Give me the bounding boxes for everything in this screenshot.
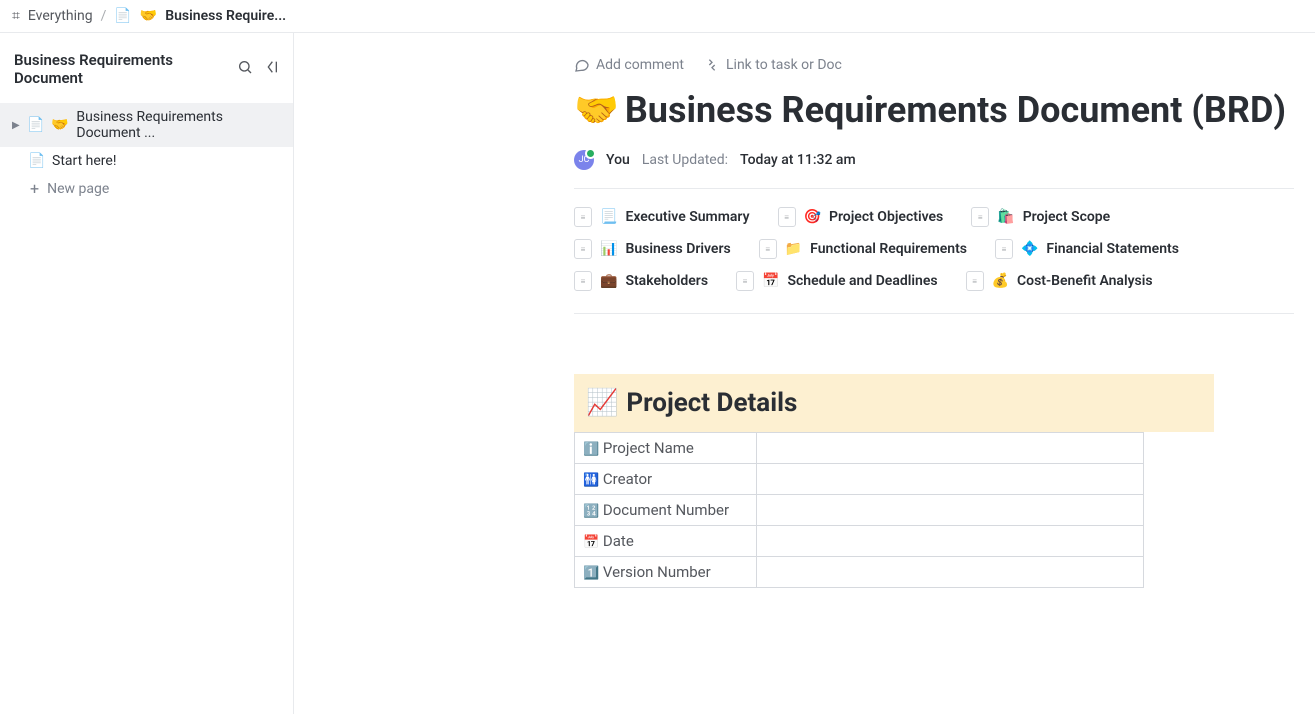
- doc-icon: 📄: [30, 154, 44, 168]
- row-value[interactable]: [757, 464, 1144, 495]
- title-emoji: 🤝: [574, 89, 619, 132]
- row-value[interactable]: [757, 433, 1144, 464]
- doc-icon: ≡: [966, 271, 984, 291]
- sidebar: Business Requirements Document ▶ 📄 🤝 Bus…: [0, 33, 294, 714]
- link-icon: [704, 57, 720, 73]
- table-row: ℹ️ Project Name: [575, 433, 1144, 464]
- doc-icon: ≡: [971, 207, 989, 227]
- subpage-label: Functional Requirements: [810, 241, 967, 257]
- row-icon: ℹ️: [583, 442, 599, 457]
- table-row: 📅 Date: [575, 526, 1144, 557]
- subpage-emoji: 📅: [762, 273, 779, 289]
- breadcrumb-emoji: 🤝: [140, 8, 157, 24]
- table-row: 🔢 Document Number: [575, 495, 1144, 526]
- subpage-link[interactable]: ≡ 🛍️ Project Scope: [971, 207, 1110, 227]
- search-icon[interactable]: [237, 59, 253, 79]
- row-label[interactable]: 🚻 Creator: [575, 464, 757, 495]
- collapse-icon[interactable]: [263, 59, 279, 79]
- row-label[interactable]: 📅 Date: [575, 526, 757, 557]
- breadcrumb: ⌗ Everything / 📄 🤝 Business Require...: [0, 0, 1315, 33]
- subpage-link[interactable]: ≡ 💠 Financial Statements: [995, 239, 1179, 259]
- subpage-emoji: 🛍️: [997, 209, 1014, 225]
- row-label[interactable]: 1️⃣ Version Number: [575, 557, 757, 588]
- subpage-emoji: 💠: [1021, 241, 1038, 257]
- subpage-label: Business Drivers: [625, 241, 730, 257]
- subpages-list: ≡📃Executive Summary≡🎯Project Objectives≡…: [574, 207, 1294, 314]
- sidebar-item-label: Business Requirements Document ...: [76, 109, 281, 141]
- updated-timestamp: Today at 11:32 am: [740, 152, 856, 168]
- author-label: You: [606, 152, 630, 168]
- subpage-label: Cost-Benefit Analysis: [1017, 273, 1153, 289]
- subpage-label: Executive Summary: [625, 209, 749, 225]
- row-icon: 🔢: [583, 504, 599, 519]
- subpage-label: Stakeholders: [625, 273, 708, 289]
- subpage-emoji: 💰: [992, 273, 1009, 289]
- doc-icon: 📄: [114, 8, 131, 24]
- breadcrumb-sep: /: [101, 8, 107, 24]
- row-icon: 1️⃣: [583, 566, 599, 581]
- subpage-link[interactable]: ≡ 📁 Functional Requirements: [759, 239, 967, 259]
- section-emoji: 📈: [586, 388, 618, 418]
- page-title[interactable]: 🤝 Business Requirements Document (BRD): [574, 89, 1294, 132]
- subpage-emoji: 💼: [600, 273, 617, 289]
- link-task-label: Link to task or Doc: [726, 57, 842, 73]
- subpage-link[interactable]: ≡ 📊 Business Drivers: [574, 239, 731, 259]
- avatar[interactable]: JC: [574, 150, 594, 170]
- subpage-link[interactable]: ≡ 🎯 Project Objectives: [778, 207, 944, 227]
- doc-icon: ≡: [574, 271, 592, 291]
- sidebar-item-brd[interactable]: ▶ 📄 🤝 Business Requirements Document ...: [0, 103, 293, 147]
- subpage-label: Financial Statements: [1046, 241, 1179, 257]
- subpage-emoji: 🎯: [804, 209, 821, 225]
- doc-icon: ≡: [574, 207, 592, 227]
- section-title: Project Details: [626, 388, 797, 418]
- row-label[interactable]: ℹ️ Project Name: [575, 433, 757, 464]
- add-comment-button[interactable]: Add comment: [574, 57, 684, 73]
- comment-icon: [574, 57, 590, 73]
- title-text: Business Requirements Document (BRD): [625, 89, 1286, 132]
- subpage-link[interactable]: ≡ 💼 Stakeholders: [574, 271, 708, 291]
- row-value[interactable]: [757, 495, 1144, 526]
- subpage-emoji: 📊: [600, 241, 617, 257]
- section-banner: 📈 Project Details: [574, 374, 1214, 432]
- breadcrumb-current[interactable]: Business Require...: [165, 8, 286, 24]
- sidebar-new-page[interactable]: + New page: [0, 175, 293, 203]
- sidebar-item-label: Start here!: [52, 153, 116, 169]
- updated-label: Last Updated:: [642, 152, 728, 168]
- doc-icon: ≡: [759, 239, 777, 259]
- meta-row: JC You Last Updated: Today at 11:32 am: [574, 150, 1294, 189]
- doc-icon: ≡: [778, 207, 796, 227]
- subpage-label: Project Scope: [1023, 209, 1111, 225]
- row-label[interactable]: 🔢 Document Number: [575, 495, 757, 526]
- row-value[interactable]: [757, 557, 1144, 588]
- content: Add comment Link to task or Doc 🤝 Busine…: [294, 33, 1315, 714]
- doc-icon: 📄: [29, 118, 43, 132]
- add-comment-label: Add comment: [596, 57, 684, 73]
- subpage-link[interactable]: ≡ 📃 Executive Summary: [574, 207, 750, 227]
- subpage-link[interactable]: ≡ 📅 Schedule and Deadlines: [736, 271, 938, 291]
- sidebar-new-label: New page: [47, 181, 109, 197]
- row-icon: 🚻: [583, 473, 599, 488]
- table-row: 🚻 Creator: [575, 464, 1144, 495]
- details-table: ℹ️ Project Name🚻 Creator🔢 Document Numbe…: [574, 432, 1144, 588]
- subpage-label: Schedule and Deadlines: [787, 273, 937, 289]
- chevron-right-icon[interactable]: ▶: [12, 120, 21, 131]
- plus-icon: +: [30, 181, 39, 197]
- link-task-button[interactable]: Link to task or Doc: [704, 57, 842, 73]
- breadcrumb-root[interactable]: Everything: [28, 8, 93, 24]
- sidebar-title: Business Requirements Document: [14, 51, 237, 87]
- grid-icon: ⌗: [12, 8, 20, 24]
- doc-icon: ≡: [995, 239, 1013, 259]
- sidebar-item-emoji: 🤝: [51, 117, 68, 133]
- subpage-link[interactable]: ≡ 💰 Cost-Benefit Analysis: [966, 271, 1153, 291]
- row-icon: 📅: [583, 535, 599, 550]
- doc-icon: ≡: [574, 239, 592, 259]
- sidebar-item-start[interactable]: 📄 Start here!: [0, 147, 293, 175]
- doc-icon: ≡: [736, 271, 754, 291]
- table-row: 1️⃣ Version Number: [575, 557, 1144, 588]
- row-value[interactable]: [757, 526, 1144, 557]
- subpage-label: Project Objectives: [829, 209, 943, 225]
- subpage-emoji: 📃: [600, 209, 617, 225]
- subpage-emoji: 📁: [785, 241, 802, 257]
